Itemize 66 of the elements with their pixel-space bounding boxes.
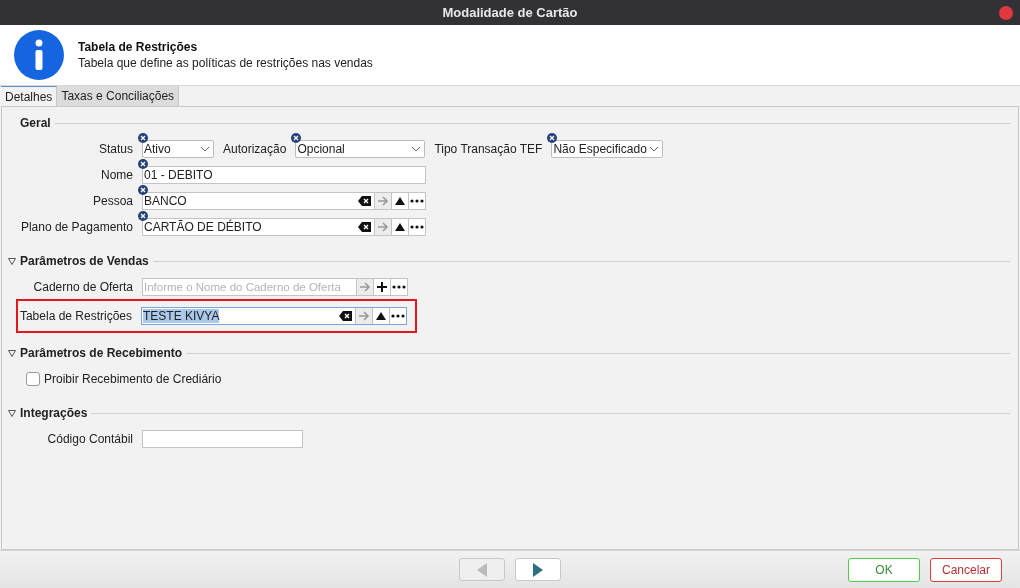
- lookup-field[interactable]: Informe o Nome do Caderno de Oferta: [142, 278, 408, 296]
- field-label: Caderno de Oferta: [32, 280, 133, 294]
- triangle-icon: [395, 223, 405, 231]
- chevron-icon: [200, 146, 210, 152]
- lookup-field[interactable]: CARTÃO DE DÉBITO: [142, 218, 426, 236]
- arrow-icon: [377, 196, 389, 206]
- section-title: Parâmetros de Vendas: [20, 254, 149, 268]
- field-label: Status: [97, 142, 133, 156]
- clear-icon[interactable]: [358, 222, 371, 232]
- clear-icon[interactable]: [339, 311, 352, 321]
- right-triangle-icon: [533, 562, 543, 577]
- field-label: Plano de Pagamento: [19, 220, 133, 234]
- header-title: Tabela de Restrições: [78, 40, 199, 54]
- triangle-button[interactable]: [391, 193, 408, 209]
- more-button[interactable]: [390, 279, 407, 295]
- next-button[interactable]: [515, 558, 561, 581]
- arrow-icon: [359, 282, 371, 292]
- field-label: Código Contábil: [46, 432, 133, 446]
- section-title: Parâmetros de Recebimento: [20, 346, 183, 360]
- info-icon: [14, 30, 64, 80]
- triangle-button[interactable]: [391, 219, 408, 235]
- more-button[interactable]: [408, 193, 425, 209]
- dropdown[interactable]: Ativo: [142, 140, 214, 158]
- close-button[interactable]: [999, 6, 1013, 20]
- more-button[interactable]: [408, 219, 425, 235]
- field-label: Pessoa: [91, 194, 133, 208]
- section-title: Geral: [20, 116, 51, 130]
- plus-icon: [377, 282, 387, 292]
- checkbox-label: Proibir Recebimento de Crediário: [44, 372, 222, 386]
- dropdown[interactable]: Opcional: [295, 140, 426, 158]
- text-field[interactable]: 01 - DEBITO: [142, 166, 426, 184]
- dropdown[interactable]: Não Especificado: [551, 140, 664, 158]
- more-icon: [410, 225, 424, 229]
- add-button[interactable]: [373, 279, 390, 295]
- field-label: Autorização: [223, 142, 287, 156]
- collapse-triangle-icon[interactable]: [8, 409, 16, 417]
- more-icon: [410, 199, 424, 203]
- lookup-input[interactable]: Informe o Nome do Caderno de Oferta: [144, 281, 353, 293]
- clear-icon[interactable]: [358, 196, 371, 206]
- text-field[interactable]: [142, 430, 303, 448]
- header-description: Tabela que define as políticas de restrições nas vendas: [78, 56, 373, 70]
- more-icon: [392, 285, 406, 289]
- left-triangle-icon: [477, 562, 487, 577]
- tab[interactable]: Detalhes: [1, 86, 58, 106]
- more-button[interactable]: [389, 308, 406, 324]
- field-label: Tabela de Restrições: [18, 309, 132, 323]
- triangle-icon: [395, 197, 405, 205]
- tab[interactable]: Taxas e Conciliações: [57, 86, 180, 106]
- triangle-button[interactable]: [372, 308, 389, 324]
- checkbox[interactable]: [26, 372, 40, 386]
- field-label: Tipo Transação TEF: [434, 142, 543, 156]
- arrow-icon: [377, 222, 389, 232]
- collapse-triangle-icon[interactable]: [8, 349, 16, 357]
- section-title: Integrações: [20, 406, 88, 420]
- field-label: Nome: [100, 168, 133, 182]
- more-icon: [391, 314, 405, 318]
- lookup-field[interactable]: TESTE KIVYA: [141, 307, 407, 325]
- chevron-icon: [411, 146, 422, 152]
- window-title: Modalidade de Cartão: [442, 5, 578, 20]
- cancel-button[interactable]: Cancelar: [930, 557, 1002, 582]
- chevron-icon: [649, 146, 660, 152]
- lookup-field[interactable]: BANCO: [142, 192, 426, 210]
- ok-button[interactable]: OK: [848, 557, 920, 582]
- triangle-icon: [376, 312, 386, 320]
- collapse-triangle-icon[interactable]: [8, 257, 16, 265]
- arrow-icon: [358, 311, 370, 321]
